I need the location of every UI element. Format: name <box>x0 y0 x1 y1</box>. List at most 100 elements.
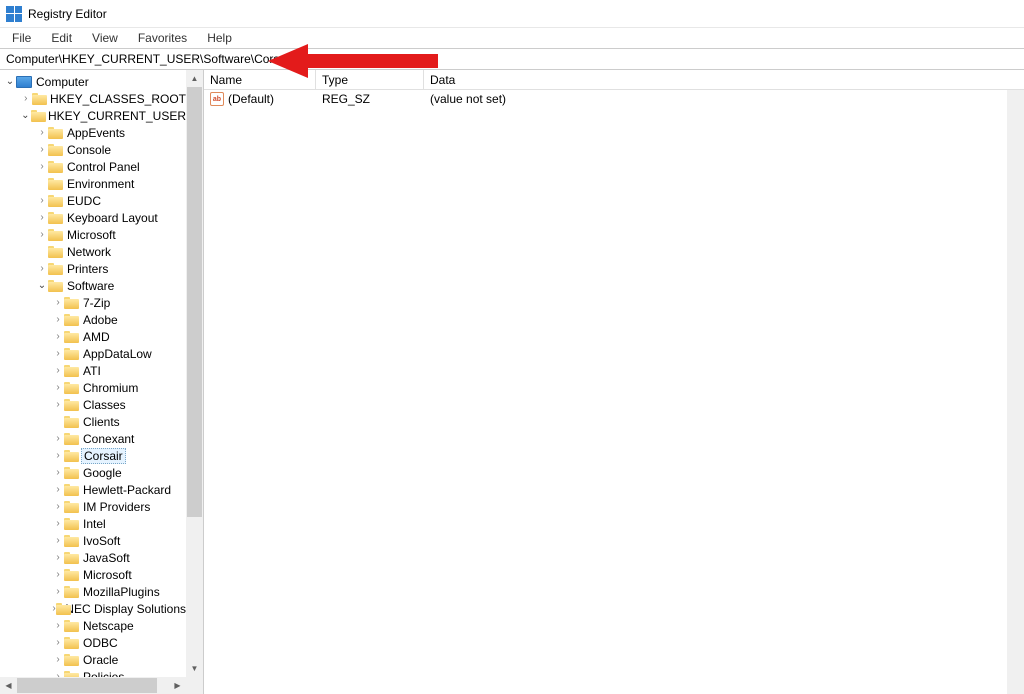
tree-item-label: Keyboard Layout <box>67 211 158 225</box>
folder-icon <box>64 586 79 598</box>
tree-item-label: 7-Zip <box>83 296 110 310</box>
chevron-right-icon[interactable]: › <box>36 128 48 138</box>
chevron-right-icon[interactable]: › <box>52 638 64 648</box>
tree-vertical-scrollbar[interactable]: ▲ ▼ <box>186 70 203 677</box>
chevron-right-icon[interactable]: › <box>52 315 64 325</box>
menu-edit[interactable]: Edit <box>43 29 80 47</box>
tree-item[interactable]: ›AppDataLow <box>0 345 203 362</box>
chevron-right-icon[interactable]: › <box>52 502 64 512</box>
tree-view[interactable]: ⌄Computer›HKEY_CLASSES_ROOT⌄HKEY_CURRENT… <box>0 70 203 677</box>
chevron-right-icon[interactable]: › <box>52 349 64 359</box>
tree-item-label: ATI <box>83 364 101 378</box>
values-list[interactable]: ab(Default)REG_SZ(value not set) <box>204 90 1024 108</box>
chevron-right-icon[interactable]: › <box>52 468 64 478</box>
tree-item[interactable]: ⌄Software <box>0 277 203 294</box>
value-row[interactable]: ab(Default)REG_SZ(value not set) <box>204 90 1024 108</box>
folder-icon <box>31 110 44 122</box>
chevron-right-icon[interactable]: › <box>52 298 64 308</box>
values-vertical-scrollbar[interactable] <box>1007 90 1024 694</box>
tree-item[interactable]: Network <box>0 243 203 260</box>
tree-item[interactable]: ›Classes <box>0 396 203 413</box>
scroll-left-icon[interactable]: ◀ <box>0 677 17 694</box>
chevron-right-icon[interactable]: › <box>36 145 48 155</box>
chevron-right-icon[interactable]: › <box>52 383 64 393</box>
tree-item[interactable]: ›Netscape <box>0 617 203 634</box>
chevron-down-icon[interactable]: ⌄ <box>20 111 31 121</box>
tree-item[interactable]: ›Chromium <box>0 379 203 396</box>
tree-item[interactable]: ›NEC Display Solutions <box>0 600 203 617</box>
chevron-right-icon[interactable]: › <box>52 587 64 597</box>
tree-item[interactable]: ›Oracle <box>0 651 203 668</box>
chevron-right-icon[interactable]: › <box>52 519 64 529</box>
chevron-right-icon[interactable]: › <box>52 485 64 495</box>
values-pane: Name Type Data ab(Default)REG_SZ(value n… <box>204 70 1024 694</box>
tree-item[interactable]: Environment <box>0 175 203 192</box>
tree-item[interactable]: ›Google <box>0 464 203 481</box>
tree-item[interactable]: ›ODBC <box>0 634 203 651</box>
chevron-right-icon[interactable]: › <box>52 434 64 444</box>
tree-item[interactable]: ›AppEvents <box>0 124 203 141</box>
chevron-right-icon[interactable]: › <box>36 196 48 206</box>
value-name: (Default) <box>228 92 274 106</box>
tree-item[interactable]: › Keyboard Layout <box>0 209 203 226</box>
menu-view[interactable]: View <box>84 29 126 47</box>
chevron-right-icon[interactable]: › <box>52 332 64 342</box>
tree-item[interactable]: ›Adobe <box>0 311 203 328</box>
address-bar[interactable]: Computer\HKEY_CURRENT_USER\Software\Cors… <box>0 48 1024 70</box>
tree-item[interactable]: ›JavaSoft <box>0 549 203 566</box>
menu-favorites[interactable]: Favorites <box>130 29 195 47</box>
tree-item[interactable]: ›Hewlett-Packard <box>0 481 203 498</box>
tree-item[interactable]: ›IM Providers <box>0 498 203 515</box>
tree-item[interactable]: ›EUDC <box>0 192 203 209</box>
tree-item[interactable]: ›HKEY_CLASSES_ROOT <box>0 90 203 107</box>
tree-item[interactable]: ›Console <box>0 141 203 158</box>
chevron-down-icon[interactable]: ⌄ <box>36 281 48 291</box>
tree-item[interactable]: Clients <box>0 413 203 430</box>
chevron-right-icon[interactable]: › <box>52 451 64 461</box>
folder-icon <box>64 467 79 479</box>
tree-horizontal-scrollbar[interactable]: ◀ ▶ <box>0 677 186 694</box>
tree-item[interactable]: ⌄HKEY_CURRENT_USER <box>0 107 203 124</box>
tree-item[interactable]: ›Policies <box>0 668 203 677</box>
scroll-thumb[interactable] <box>187 87 202 517</box>
chevron-right-icon[interactable]: › <box>36 264 48 274</box>
chevron-right-icon[interactable]: › <box>52 366 64 376</box>
folder-icon <box>64 535 79 547</box>
column-header-type[interactable]: Type <box>316 70 424 89</box>
tree-item[interactable]: ›Conexant <box>0 430 203 447</box>
chevron-right-icon[interactable]: › <box>52 536 64 546</box>
chevron-right-icon[interactable]: › <box>20 94 32 104</box>
tree-item[interactable]: › ATI <box>0 362 203 379</box>
chevron-right-icon[interactable]: › <box>52 570 64 580</box>
chevron-right-icon[interactable]: › <box>36 162 48 172</box>
tree-item[interactable]: ⌄Computer <box>0 73 203 90</box>
chevron-right-icon[interactable]: › <box>36 230 48 240</box>
scroll-up-icon[interactable]: ▲ <box>186 70 203 87</box>
tree-item[interactable]: ›Intel <box>0 515 203 532</box>
scroll-down-icon[interactable]: ▼ <box>186 660 203 677</box>
menu-help[interactable]: Help <box>199 29 240 47</box>
column-header-data[interactable]: Data <box>424 70 1007 89</box>
folder-icon <box>64 331 79 343</box>
tree-item[interactable]: ›Microsoft <box>0 566 203 583</box>
tree-item[interactable]: ›Control Panel <box>0 158 203 175</box>
chevron-down-icon[interactable]: ⌄ <box>4 77 16 87</box>
scroll-right-icon[interactable]: ▶ <box>169 677 186 694</box>
app-icon <box>6 6 22 22</box>
chevron-right-icon[interactable]: › <box>52 655 64 665</box>
tree-item[interactable]: ›Microsoft <box>0 226 203 243</box>
tree-item[interactable]: › 7-Zip <box>0 294 203 311</box>
tree-item[interactable]: ›Printers <box>0 260 203 277</box>
folder-icon <box>64 484 79 496</box>
chevron-right-icon[interactable]: › <box>52 400 64 410</box>
chevron-right-icon[interactable]: › <box>52 621 64 631</box>
tree-item[interactable]: ›IvoSoft <box>0 532 203 549</box>
tree-item[interactable]: ›AMD <box>0 328 203 345</box>
chevron-right-icon[interactable]: › <box>52 553 64 563</box>
tree-item[interactable]: ›MozillaPlugins <box>0 583 203 600</box>
column-header-name[interactable]: Name <box>204 70 316 89</box>
menu-file[interactable]: File <box>4 29 39 47</box>
scroll-thumb[interactable] <box>17 678 157 693</box>
chevron-right-icon[interactable]: › <box>36 213 48 223</box>
tree-item[interactable]: ›Corsair <box>0 447 203 464</box>
